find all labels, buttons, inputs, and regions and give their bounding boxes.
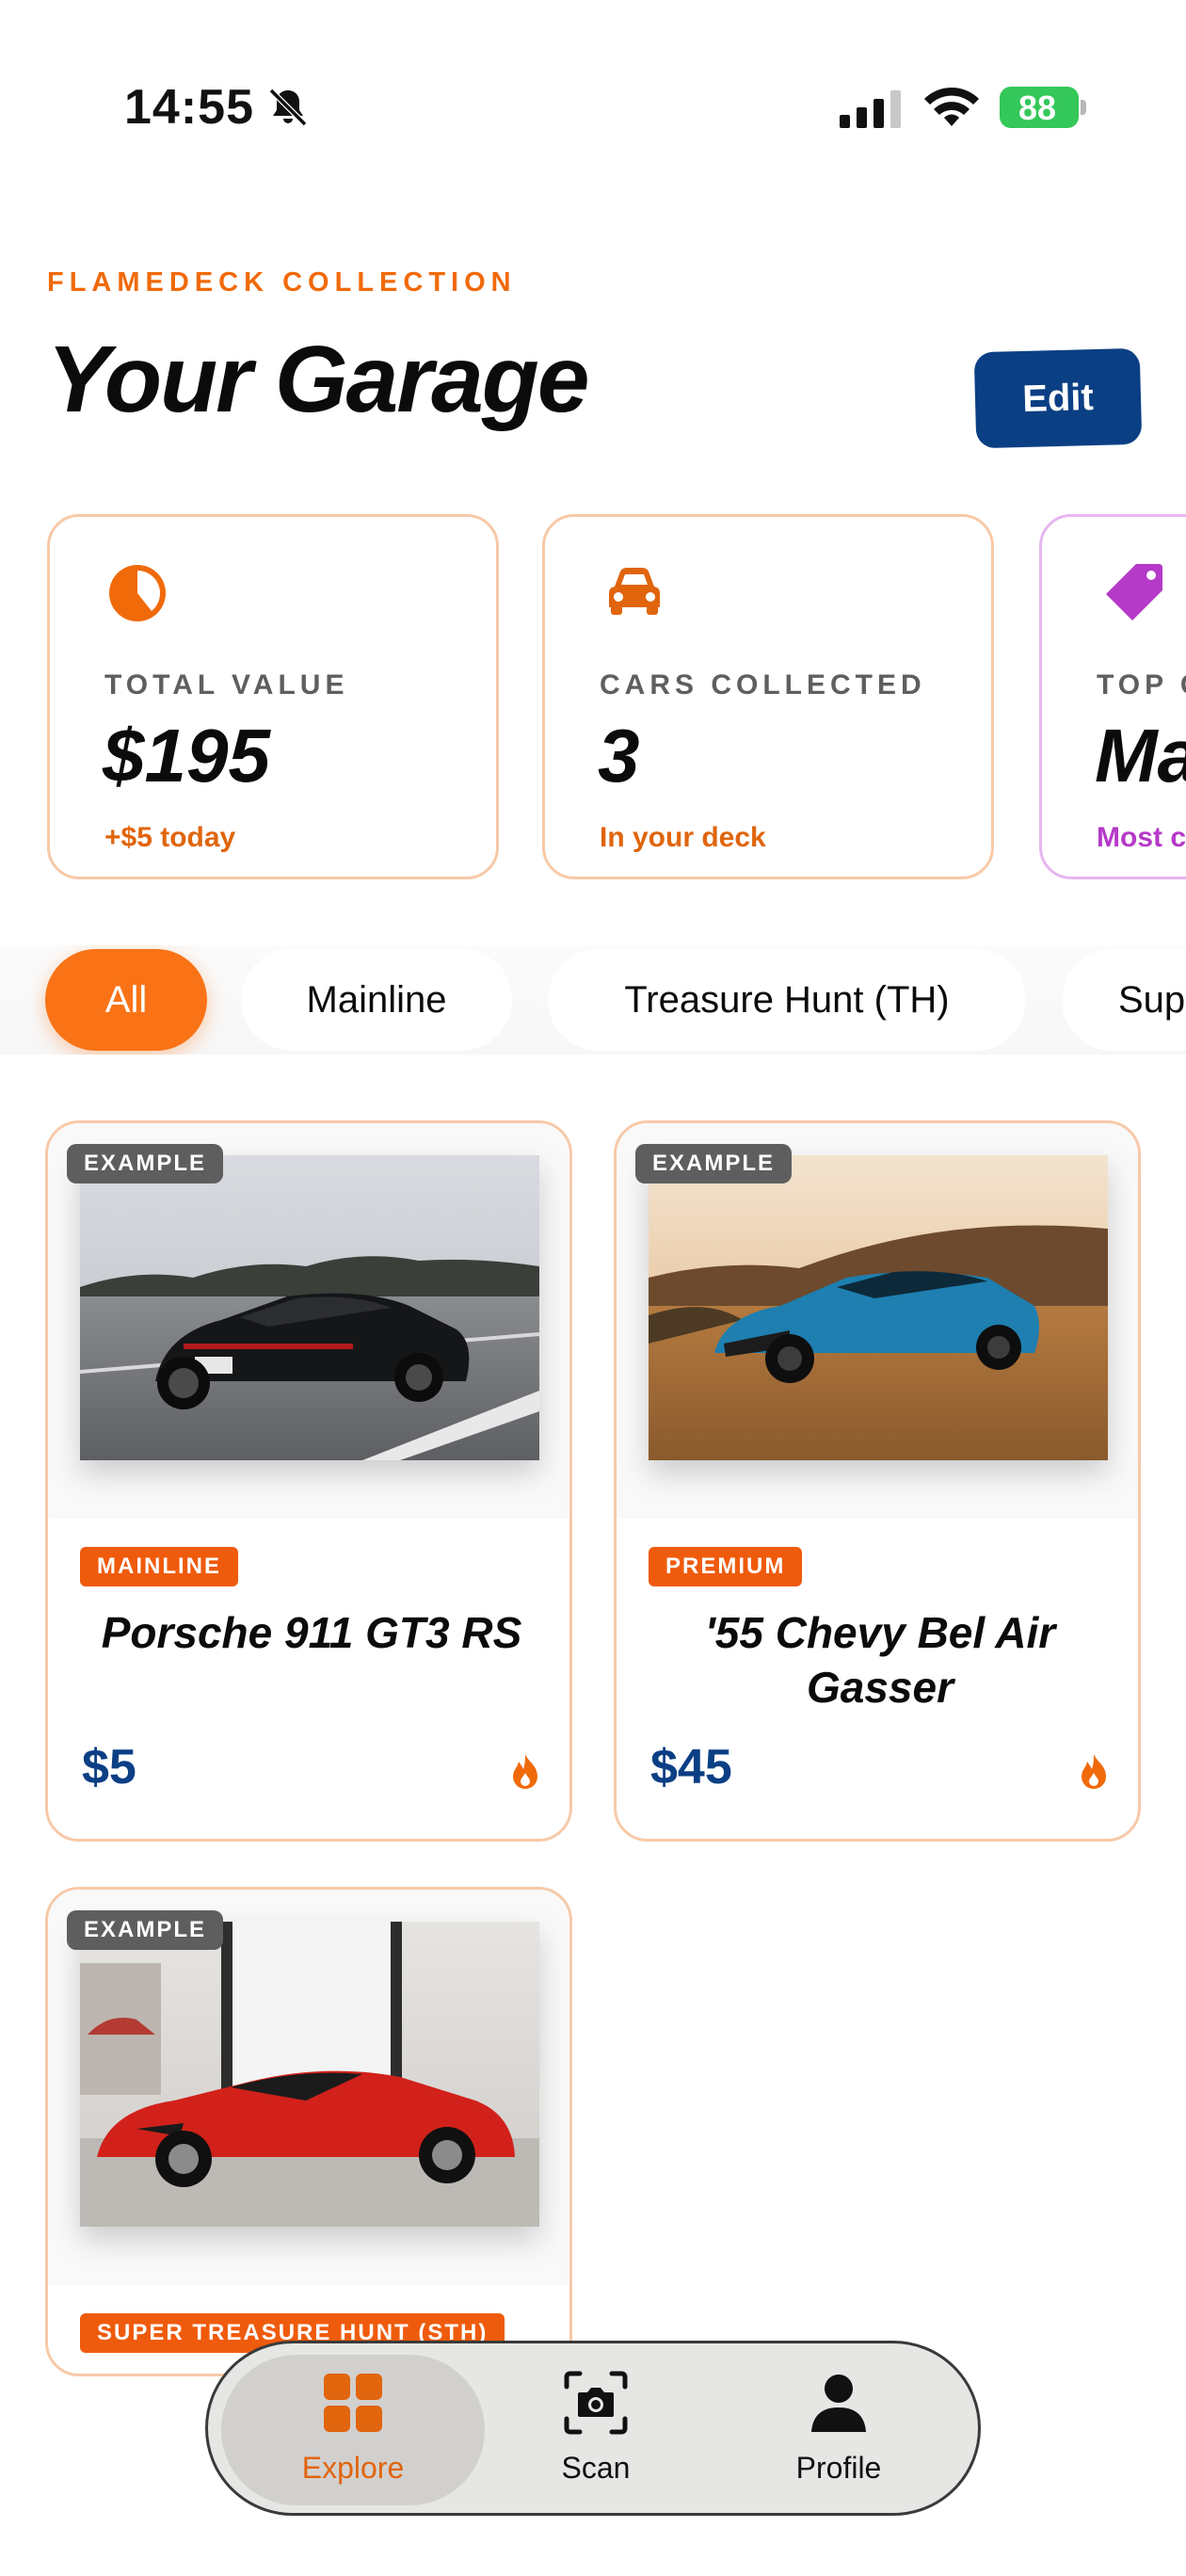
stat-subtext: In your deck [600, 822, 766, 853]
stat-value: $195 [103, 714, 270, 797]
filter-chip-mainline[interactable]: Mainline [241, 949, 512, 1051]
filter-chips: All Mainline Treasure Hunt (TH) Sup [0, 945, 1186, 1055]
car-price: $45 [650, 1740, 732, 1795]
tab-label: Scan [561, 2451, 631, 2485]
cellular-signal-icon [840, 90, 901, 128]
tag-icon [1106, 564, 1162, 620]
battery-level: 88 [1018, 89, 1057, 127]
car-name: Porsche 911 GT3 RS [101, 1608, 522, 1657]
status-bar: 14:55 88 [0, 0, 1186, 217]
car-icon [609, 568, 660, 615]
stat-label: CARS COLLECTED [600, 669, 926, 700]
flame-icon [513, 1754, 537, 1789]
stat-value: Ma [1095, 714, 1186, 797]
car-card-ferrari[interactable]: EXAMPLE SUPER TREASURE HUNT (STH) [45, 1887, 572, 2376]
filter-chip-all[interactable]: All [45, 949, 207, 1051]
page-title: Your Garage [47, 327, 589, 432]
tab-label: Profile [795, 2451, 882, 2485]
wifi-icon [924, 87, 979, 126]
filter-chip-treasure-hunt[interactable]: Treasure Hunt (TH) [548, 949, 1026, 1051]
flame-icon [1082, 1754, 1106, 1789]
tier-badge: PREMIUM [649, 1547, 803, 1586]
bell-slash-icon [268, 88, 308, 127]
status-time: 14:55 [124, 80, 254, 135]
example-badge: EXAMPLE [67, 1144, 224, 1183]
stat-label: TOP C [1097, 669, 1186, 700]
car-price: $5 [82, 1740, 136, 1795]
edit-button[interactable]: Edit [973, 347, 1143, 449]
filter-chip-super[interactable]: Sup [1062, 949, 1186, 1051]
person-icon [811, 2375, 866, 2432]
tab-label: Explore [301, 2451, 405, 2485]
battery-icon: 88 [1000, 87, 1088, 128]
tab-profile[interactable]: Profile [716, 2370, 961, 2502]
grid-icon [324, 2374, 382, 2432]
car-card-chevy[interactable]: EXAMPLE PREMIUM '55 Chevy Bel Air Gasser… [614, 1120, 1141, 1842]
car-name: '55 Chevy Bel Air Gasser [704, 1608, 1056, 1712]
pie-chart-icon [109, 565, 166, 621]
car-photo [649, 1155, 1108, 1460]
section-eyebrow: FLAMEDECK COLLECTION [47, 267, 517, 298]
stat-subtext: +$5 today [104, 822, 236, 853]
car-card-porsche[interactable]: EXAMPLE MAINLINE Porsche 911 GT3 RS $5 [45, 1120, 572, 1842]
bottom-tab-bar: Explore Scan Profile [205, 2341, 981, 2516]
car-photo [80, 1155, 539, 1460]
stats-carousel[interactable]: TOTAL VALUE $195 +$5 today CARS COLLECTE… [0, 508, 1186, 885]
stat-card-top[interactable]: TOP C Ma Most c [1039, 514, 1186, 879]
stat-card-total-value[interactable]: TOTAL VALUE $195 +$5 today [47, 514, 499, 879]
stat-subtext: Most c [1097, 822, 1186, 853]
camera-scan-icon [564, 2371, 628, 2435]
stat-card-cars-collected[interactable]: CARS COLLECTED 3 In your deck [542, 514, 994, 879]
example-badge: EXAMPLE [67, 1910, 224, 1950]
tab-scan[interactable]: Scan [473, 2370, 718, 2502]
car-photo [80, 1922, 539, 2227]
tab-explore[interactable]: Explore [231, 2370, 475, 2502]
stat-value: 3 [598, 714, 640, 797]
example-badge: EXAMPLE [635, 1144, 793, 1183]
tier-badge: MAINLINE [80, 1547, 238, 1586]
stat-label: TOTAL VALUE [104, 669, 349, 700]
